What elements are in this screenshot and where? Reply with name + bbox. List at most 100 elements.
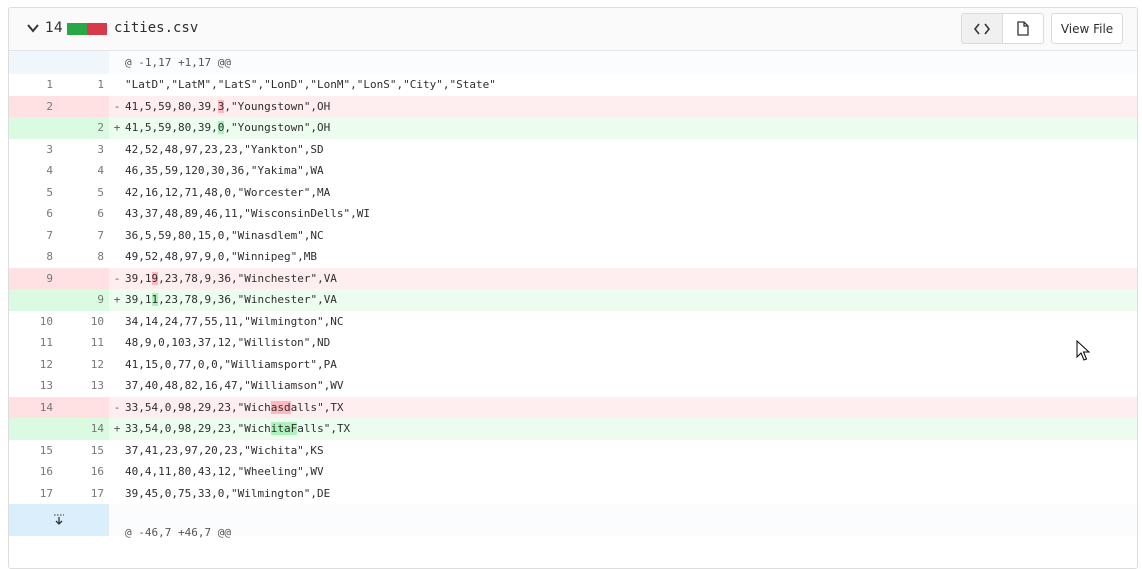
line-number-new[interactable]: 12 xyxy=(58,354,109,376)
line-number-new[interactable] xyxy=(58,267,109,289)
line-text: ,23,78,9,36,"Winchester",VA xyxy=(158,293,337,307)
line-number-old[interactable]: 11 xyxy=(9,332,58,354)
line-text: 49,52,48,97,9,0,"Winnipeg",MB xyxy=(125,250,318,264)
line-number-new[interactable]: 6 xyxy=(58,203,109,225)
line-number-new[interactable]: 15 xyxy=(58,440,109,462)
expand-down-icon xyxy=(54,514,64,525)
line-number-new[interactable]: 11 xyxy=(58,332,109,354)
context-line: 10 10 34,14,24,77,55,11,"Wilmington",NC xyxy=(9,311,1137,333)
line-number-new[interactable]: 1 xyxy=(58,74,109,96)
line-content: 39,11,23,78,9,36,"Winchester",VA xyxy=(125,293,337,307)
line-number-new[interactable] xyxy=(58,396,109,418)
line-number-old[interactable]: 3 xyxy=(9,139,58,161)
change-count: 14 xyxy=(45,20,63,36)
context-line: 6 6 43,37,48,89,46,11,"WisconsinDells",WI xyxy=(9,203,1137,225)
line-number-new[interactable]: 5 xyxy=(58,182,109,204)
line-text: 42,52,48,97,23,23,"Yankton",SD xyxy=(125,142,324,156)
context-line: 4 4 46,35,59,120,30,36,"Yakima",WA xyxy=(9,160,1137,182)
line-number-old[interactable]: 4 xyxy=(9,160,58,182)
line-content: 42,52,48,97,23,23,"Yankton",SD xyxy=(125,143,324,156)
line-number-old[interactable]: 15 xyxy=(9,440,58,462)
chevron-down-icon[interactable] xyxy=(26,21,40,35)
added-line: 9 +39,11,23,78,9,36,"Winchester",VA xyxy=(9,289,1137,311)
line-number-old[interactable]: 16 xyxy=(9,461,58,483)
changed-text: asd xyxy=(270,400,291,414)
line-text: ,"Youngstown",OH xyxy=(224,121,331,135)
line-text: ,"Youngstown",OH xyxy=(224,99,331,113)
diff-sign: - xyxy=(113,271,121,285)
line-number-old[interactable]: 5 xyxy=(9,182,58,204)
line-number-old[interactable]: 7 xyxy=(9,225,58,247)
line-text: 41,5,59,80,39, xyxy=(125,121,218,135)
line-content: 41,5,59,80,39,3,"Youngstown",OH xyxy=(125,99,331,113)
file-name[interactable]: cities.csv xyxy=(114,20,198,36)
line-content: 37,40,48,82,16,47,"Williamson",WV xyxy=(125,379,344,392)
line-content: 48,9,0,103,37,12,"Williston",ND xyxy=(125,336,330,349)
line-content: 46,35,59,120,30,36,"Yakima",WA xyxy=(125,164,324,177)
line-content: 36,5,59,80,15,0,"Winasdlem",NC xyxy=(125,229,324,242)
view-source-button[interactable] xyxy=(961,13,1003,44)
context-line: 8 8 49,52,48,97,9,0,"Winnipeg",MB xyxy=(9,246,1137,268)
line-text: 42,16,12,71,48,0,"Worcester",MA xyxy=(125,185,331,199)
line-content: 41,15,0,77,0,0,"Williamsport",PA xyxy=(125,358,337,371)
line-number-old[interactable]: 14 xyxy=(9,396,58,418)
line-text: alls",TX xyxy=(290,400,344,414)
line-number-new xyxy=(58,51,109,74)
line-number-new[interactable]: 10 xyxy=(58,311,109,333)
line-number-old[interactable]: 10 xyxy=(9,311,58,333)
line-text: 33,54,0,98,29,23,"Wich xyxy=(125,422,271,436)
diff-sign: + xyxy=(113,293,121,307)
line-content: 39,19,23,78,9,36,"Winchester",VA xyxy=(125,271,337,285)
line-number-old[interactable] xyxy=(9,117,58,139)
line-number-old[interactable]: 2 xyxy=(9,95,58,117)
line-number-new[interactable]: 4 xyxy=(58,160,109,182)
line-number-old[interactable] xyxy=(9,289,58,311)
line-number-old[interactable]: 13 xyxy=(9,375,58,397)
line-number-new[interactable]: 2 xyxy=(58,117,109,139)
line-number-old[interactable]: 8 xyxy=(9,246,58,268)
context-line: 12 12 41,15,0,77,0,0,"Williamsport",PA xyxy=(9,354,1137,376)
view-toggle xyxy=(961,13,1044,44)
line-content: 40,4,11,80,43,12,"Wheeling",WV xyxy=(125,465,324,478)
line-number-old[interactable]: 12 xyxy=(9,354,58,376)
removed-line: 14 -33,54,0,98,29,23,"Wichasdalls",TX xyxy=(9,396,1137,418)
diff-table: @ -1,17 +1,17 @@ 1 1 "LatD","LatM","LatS",… xyxy=(9,51,1137,539)
line-number-new[interactable] xyxy=(58,95,109,117)
expand-lines-button[interactable] xyxy=(9,504,109,536)
line-text: 43,37,48,89,46,11,"WisconsinDells",WI xyxy=(125,207,371,221)
line-content: 41,5,59,80,39,0,"Youngstown",OH xyxy=(125,121,331,135)
hunk-header: @ -46,7 +46,7 @@ xyxy=(9,504,1137,539)
line-number-new[interactable]: 14 xyxy=(58,418,109,440)
line-number-old xyxy=(9,51,58,74)
view-file-button[interactable]: View File xyxy=(1051,13,1123,44)
context-line: 1 1 "LatD","LatM","LatS","LonD","LonM","Lo… xyxy=(9,74,1137,96)
line-number-new[interactable]: 13 xyxy=(58,375,109,397)
line-content: 39,45,0,75,33,0,"Wilmington",DE xyxy=(125,487,330,500)
line-number-old[interactable]: 9 xyxy=(9,267,58,289)
line-content: 42,16,12,71,48,0,"Worcester",MA xyxy=(125,186,330,199)
line-number-new[interactable]: 16 xyxy=(58,461,109,483)
line-number-old[interactable]: 17 xyxy=(9,483,58,505)
line-number-new[interactable]: 9 xyxy=(58,289,109,311)
hunk-text: @ -46,7 +46,7 @@ xyxy=(125,525,231,539)
diff-file: 14 cities.csv View File @ -1,17 +1,17 @@… xyxy=(8,7,1138,569)
line-text: 41,5,59,80,39, xyxy=(125,99,218,113)
context-line: 16 16 40,4,11,80,43,12,"Wheeling",WV xyxy=(9,461,1137,483)
added-line: 14 +33,54,0,98,29,23,"WichitaFalls",TX xyxy=(9,418,1137,440)
line-text: 41,15,0,77,0,0,"Williamsport",PA xyxy=(125,357,337,371)
line-content: 33,54,0,98,29,23,"Wichasdalls",TX xyxy=(125,400,344,414)
line-number-new[interactable]: 7 xyxy=(58,225,109,247)
context-line: 11 11 48,9,0,103,37,12,"Williston",ND xyxy=(9,332,1137,354)
line-number-old[interactable]: 6 xyxy=(9,203,58,225)
line-number-new[interactable]: 3 xyxy=(58,139,109,161)
line-number-new[interactable]: 17 xyxy=(58,483,109,505)
removed-line: 9 -39,19,23,78,9,36,"Winchester",VA xyxy=(9,267,1137,289)
line-number-old[interactable]: 1 xyxy=(9,74,58,96)
line-number-old[interactable] xyxy=(9,418,58,440)
diffstat-added xyxy=(67,23,87,35)
line-number-new[interactable]: 8 xyxy=(58,246,109,268)
view-raw-button[interactable] xyxy=(1003,13,1044,44)
context-line: 3 3 42,52,48,97,23,23,"Yankton",SD xyxy=(9,139,1137,161)
line-text: 36,5,59,80,15,0,"Winasdlem",NC xyxy=(125,228,324,242)
hunk-header: @ -1,17 +1,17 @@ xyxy=(9,51,1137,74)
